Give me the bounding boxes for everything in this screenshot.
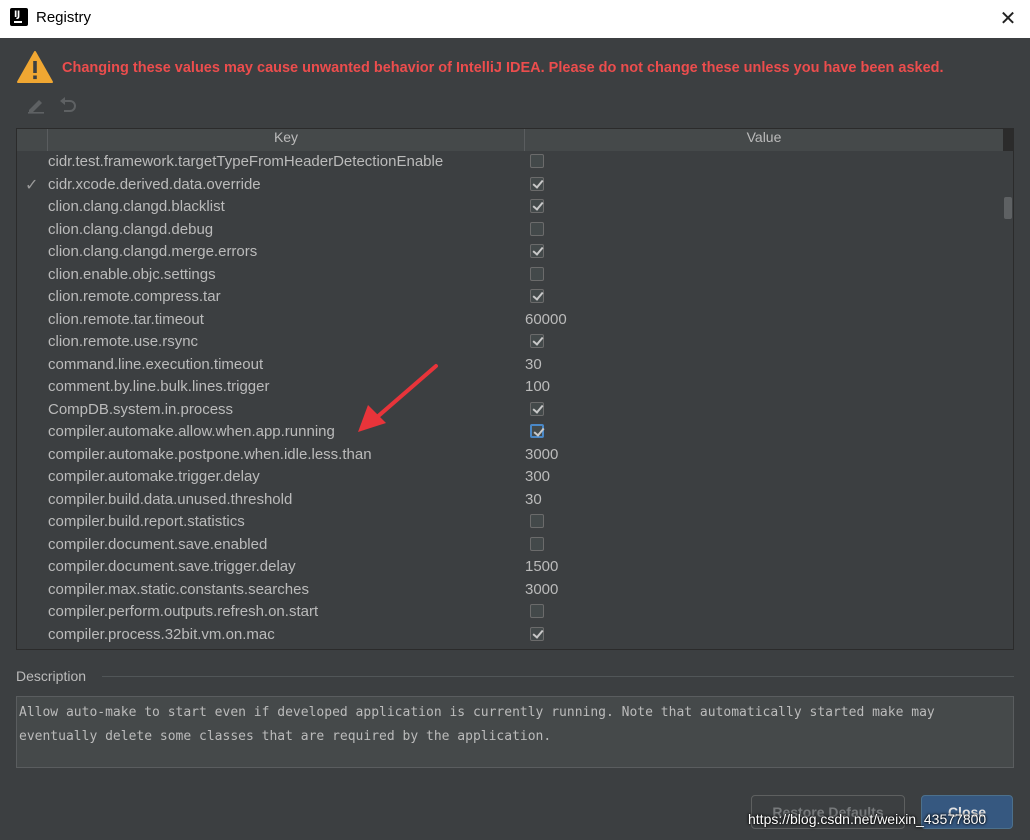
table-row[interactable]: clion.clang.clangd.merge.errors [17,241,1003,264]
pencil-icon[interactable] [26,96,46,114]
description-label: Description [16,668,87,684]
table-row[interactable]: compiler.document.save.enabled [17,534,1003,557]
table-row[interactable]: CompDB.system.in.process [17,399,1003,422]
row-key: clion.remote.compress.tar [48,288,221,305]
value-checkbox[interactable] [530,334,544,348]
value-checkbox[interactable] [530,154,544,168]
row-key: comment.by.line.bulk.lines.trigger [48,378,270,395]
value-checkbox[interactable] [530,401,544,416]
row-value[interactable]: 30 [525,356,542,373]
row-value[interactable]: 3000 [525,446,558,463]
row-key: compiler.automake.postpone.when.idle.les… [48,445,372,463]
title-bar: IJ Registry ✕ [0,0,1030,38]
row-key: compiler.max.static.constants.searches [48,580,309,598]
row-key: clion.clang.clangd.blacklist [48,198,225,215]
table-header: Key Value [17,129,1003,152]
value-checkbox[interactable] [530,289,544,303]
description-text: Allow auto-make to start even if develop… [16,696,1014,768]
table-row[interactable]: compiler.document.save.trigger.delay 1500 [17,556,1003,579]
table-rows: cidr.test.framework.targetTypeFromHeader… [17,151,1003,649]
warning-message: Changing these values may cause unwanted… [62,60,944,76]
table-row[interactable]: compiler.perform.outputs.refresh.on.star… [17,601,1003,624]
table-row[interactable]: clion.remote.compress.tar [17,286,1003,309]
value-column-header[interactable]: Value [525,129,1003,151]
table-row[interactable]: compiler.process.32bit.vm.on.mac [17,624,1003,647]
table-row[interactable]: clion.remote.tar.timeout 60000 [17,309,1003,332]
row-value[interactable]: 3000 [525,581,558,598]
value-checkbox[interactable] [530,176,544,191]
table-row[interactable]: compiler.build.data.unused.threshold 30 [17,489,1003,512]
row-key: compiler.perform.outputs.refresh.on.star… [48,603,319,620]
value-checkbox[interactable] [530,221,544,236]
row-value[interactable]: 300 [525,468,550,485]
table-row[interactable]: compiler.automake.allow.when.app.running [17,421,1003,444]
value-checkbox[interactable] [530,424,544,438]
table-row[interactable]: compiler.automake.postpone.when.idle.les… [17,444,1003,467]
row-value[interactable]: 100 [525,378,550,395]
modified-column-header[interactable] [17,129,48,151]
table-row[interactable]: comment.by.line.bulk.lines.trigger 100 [17,376,1003,399]
row-key: compiler.document.save.trigger.delay [48,558,296,575]
row-key: cidr.xcode.derived.data.override [48,175,261,193]
row-key: clion.clang.clangd.merge.errors [48,243,258,260]
row-key: compiler.document.save.enabled [48,535,268,553]
undo-icon[interactable] [58,96,78,114]
window-title: Registry [36,9,92,26]
registry-table: Key Value cidr.test.framework.targetType… [16,128,1014,650]
row-value[interactable]: 30 [525,491,542,508]
table-row[interactable]: command.line.execution.timeout 30 [17,354,1003,377]
value-checkbox[interactable] [530,604,544,618]
key-column-header[interactable]: Key [48,129,525,151]
value-checkbox[interactable] [530,266,544,281]
row-key: command.line.execution.timeout [48,355,264,373]
value-checkbox[interactable] [530,514,544,528]
row-key: compiler.build.data.unused.threshold [48,490,293,508]
row-key: clion.enable.objc.settings [48,265,216,283]
table-row[interactable]: clion.remote.use.rsync [17,331,1003,354]
row-key: clion.remote.tar.timeout [48,310,204,328]
intellij-app-icon: IJ [10,8,28,26]
table-row[interactable]: cidr.test.framework.targetTypeFromHeader… [17,151,1003,174]
row-key: cidr.test.framework.targetTypeFromHeader… [48,153,444,170]
table-row[interactable]: clion.clang.clangd.debug [17,219,1003,242]
annotation-arrow [358,364,438,432]
row-value[interactable]: 60000 [525,311,567,328]
description-separator [102,676,1014,677]
row-key: clion.clang.clangd.debug [48,220,214,238]
table-row[interactable]: ✓ cidr.xcode.derived.data.override [17,174,1003,197]
row-key: clion.remote.use.rsync [48,333,199,350]
row-key: CompDB.system.in.process [48,400,234,418]
scrollbar-thumb[interactable] [1004,197,1012,219]
value-checkbox[interactable] [530,199,544,213]
vertical-scrollbar[interactable] [1003,151,1013,649]
table-row[interactable]: compiler.max.static.constants.searches 30… [17,579,1003,602]
row-key: compiler.automake.allow.when.app.running [48,423,335,440]
row-key: compiler.process.32bit.vm.on.mac [48,625,275,643]
table-row[interactable]: clion.clang.clangd.blacklist [17,196,1003,219]
value-checkbox[interactable] [530,536,544,551]
watermark: https://blog.csdn.net/weixin_43577800 [748,811,987,827]
row-key: compiler.build.report.statistics [48,513,245,530]
value-checkbox[interactable] [530,626,544,641]
table-row[interactable]: compiler.automake.trigger.delay 300 [17,466,1003,489]
row-key: compiler.automake.trigger.delay [48,468,260,485]
window-close-button[interactable]: ✕ [996,6,1020,30]
row-value[interactable]: 1500 [525,558,558,575]
warning-triangle-icon [17,51,53,83]
table-row[interactable]: clion.enable.objc.settings [17,264,1003,287]
modified-check-icon: ✓ [25,174,39,194]
table-row[interactable]: compiler.build.report.statistics [17,511,1003,534]
value-checkbox[interactable] [530,244,544,258]
